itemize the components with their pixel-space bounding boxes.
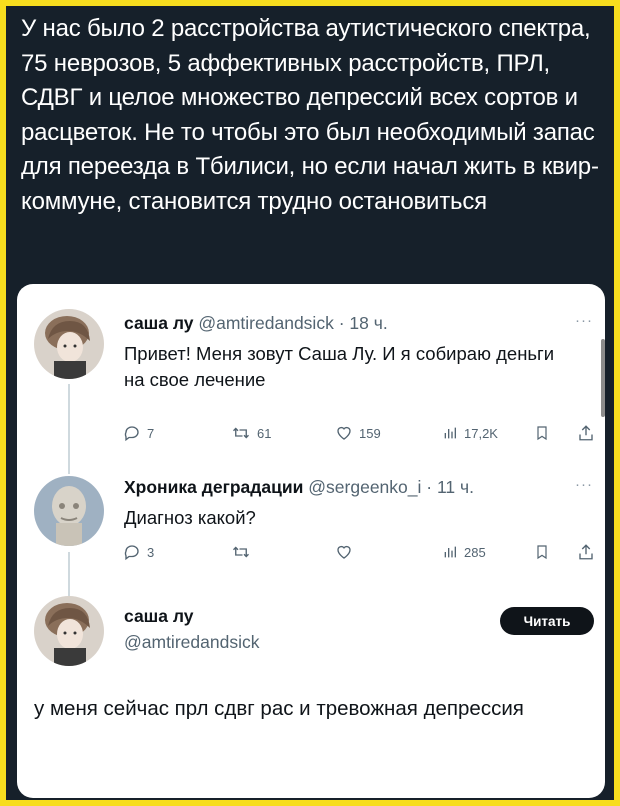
share-icon xyxy=(579,544,593,560)
avatar-khronika[interactable] xyxy=(34,476,104,546)
tweet-card: саша лу @amtiredandsick · 18 ч. ··· Прив… xyxy=(17,284,605,798)
tweet-time[interactable]: 18 ч. xyxy=(349,313,387,333)
views-icon xyxy=(444,546,456,558)
like-button[interactable]: 159 xyxy=(335,424,381,442)
tweet-time[interactable]: 11 ч. xyxy=(437,477,474,497)
like-count: 159 xyxy=(359,425,381,441)
views-count: 17,2K xyxy=(464,425,498,441)
user-avatar-icon xyxy=(34,309,104,379)
reply-icon xyxy=(124,545,139,561)
user-avatar-icon xyxy=(34,476,104,546)
retweet-icon xyxy=(233,427,249,439)
avatar-sasha-quote[interactable] xyxy=(34,596,104,666)
thread-line xyxy=(68,384,70,474)
author-handle[interactable]: @sergeenko_i xyxy=(308,477,421,497)
scrollbar[interactable] xyxy=(601,339,605,417)
bookmark-icon xyxy=(537,545,547,560)
views-icon xyxy=(444,427,456,439)
retweet-icon xyxy=(233,546,249,558)
share-button[interactable] xyxy=(577,543,595,561)
share-button[interactable] xyxy=(577,424,595,442)
post-caption: У нас было 2 расстройства аутистического… xyxy=(21,15,599,215)
reply-count: 3 xyxy=(147,544,155,560)
retweet-button[interactable] xyxy=(231,543,257,561)
retweet-button[interactable]: 61 xyxy=(231,424,271,442)
user-avatar-icon xyxy=(34,596,104,666)
bookmark-icon xyxy=(537,426,547,441)
separator-dot: · xyxy=(426,477,433,497)
tweet-header: саша лу @amtiredandsick · 18 ч. xyxy=(124,313,388,334)
retweet-count: 61 xyxy=(257,425,272,441)
author-name[interactable]: Хроника деградации xyxy=(124,477,303,497)
author-name[interactable]: саша лу xyxy=(124,313,193,333)
reply-icon xyxy=(124,426,139,442)
views-button[interactable]: 17,2K xyxy=(442,424,498,442)
views-button[interactable]: 285 xyxy=(442,543,486,561)
tweet-header: Хроника деградации @sergeenko_i · 11 ч. xyxy=(124,477,474,498)
quote-author-handle[interactable]: @amtiredandsick xyxy=(124,632,259,653)
screenshot-frame: У нас было 2 расстройства аутистического… xyxy=(6,6,614,800)
tweet-text: Диагноз какой? xyxy=(124,507,256,528)
more-options-icon[interactable]: ··· xyxy=(575,476,593,493)
reply-count: 7 xyxy=(147,425,155,441)
tweet-text: Привет! Меня зовут Саша Лу. И я собираю … xyxy=(124,343,555,390)
separator-dot: · xyxy=(338,313,345,333)
like-button[interactable] xyxy=(335,543,359,561)
quote-text: у меня сейчас прл сдвг рас и тревожная д… xyxy=(34,697,524,720)
heart-icon xyxy=(337,426,351,440)
bookmark-button[interactable] xyxy=(534,543,550,561)
avatar-sasha[interactable] xyxy=(34,309,104,379)
views-count: 285 xyxy=(464,544,486,560)
heart-icon xyxy=(337,545,351,559)
reply-button[interactable]: 3 xyxy=(123,543,154,561)
quote-author-name[interactable]: саша лу xyxy=(124,606,193,627)
share-icon xyxy=(579,425,593,441)
author-handle[interactable]: @amtiredandsick xyxy=(198,313,333,333)
read-button[interactable]: Читать xyxy=(500,607,594,635)
bookmark-button[interactable] xyxy=(534,424,550,442)
more-options-icon[interactable]: ··· xyxy=(575,312,593,329)
reply-button[interactable]: 7 xyxy=(123,424,154,442)
